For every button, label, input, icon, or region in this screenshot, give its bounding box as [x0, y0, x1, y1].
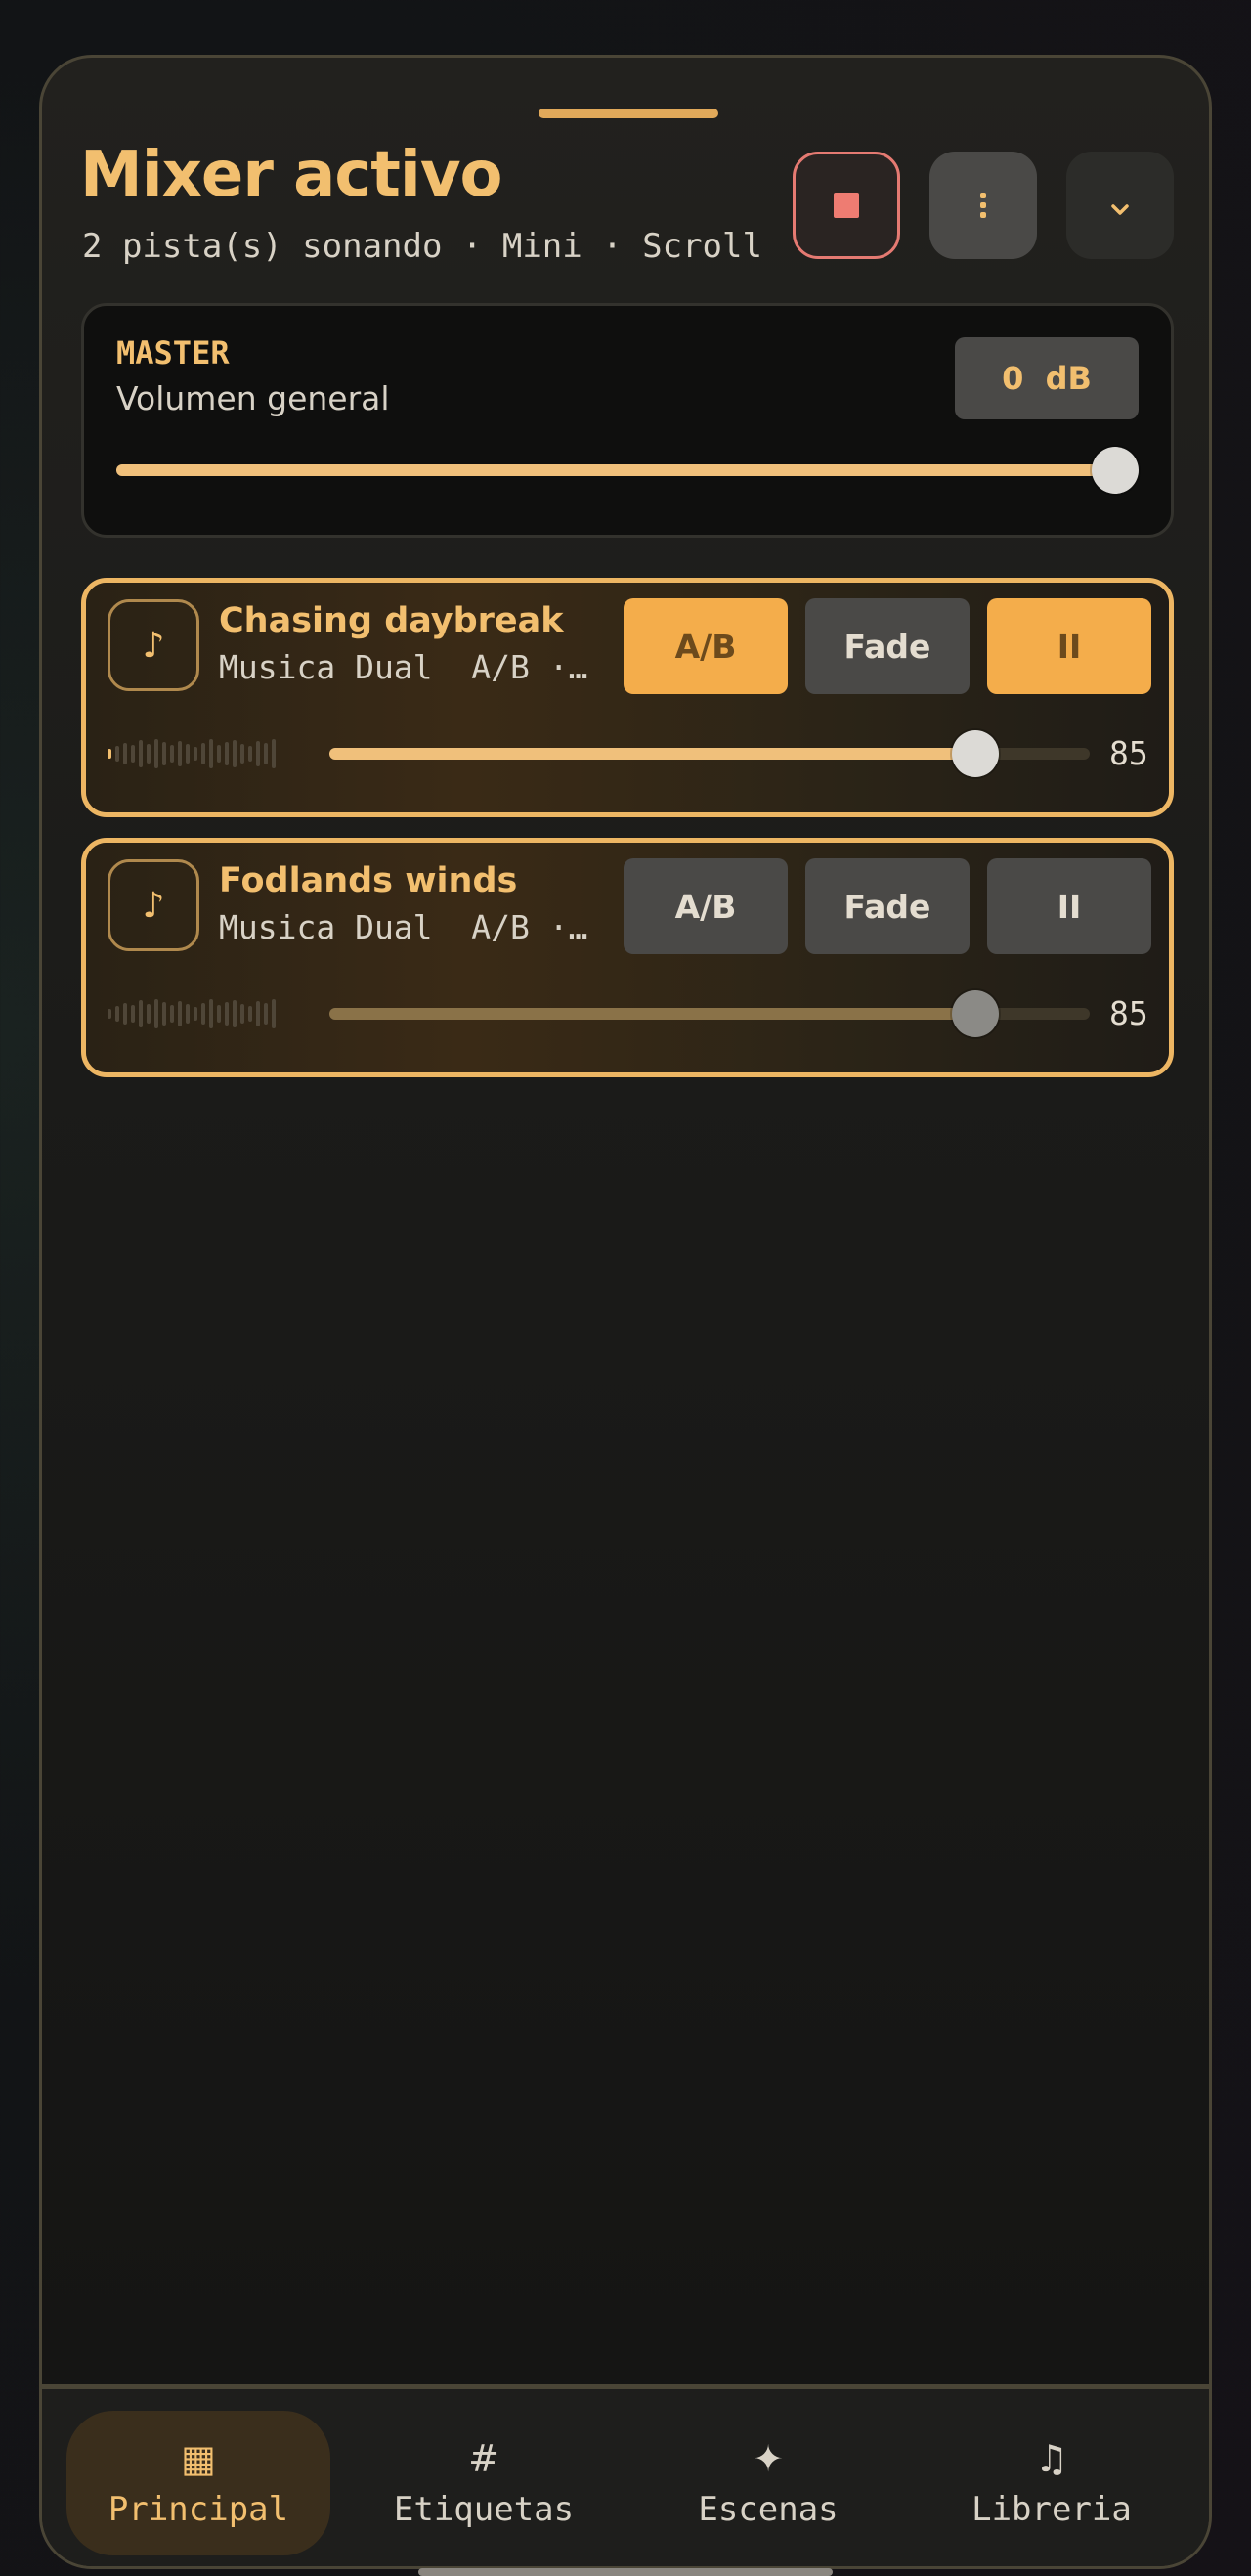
track-volume-value: 85 [1109, 734, 1148, 772]
music-note-icon: ♪ [108, 859, 199, 951]
nav-label: Etiquetas [393, 2490, 575, 2529]
master-slider-fill [116, 464, 1115, 476]
waveform-bar [217, 745, 221, 763]
waveform-bar [233, 740, 237, 767]
track-slider-thumb[interactable] [952, 730, 1000, 777]
bottom-nav: ▦ Principal # Etiquetas ✦ Escenas ♫ Libreri… [42, 2384, 1209, 2566]
more-options-button[interactable] [929, 152, 1037, 259]
nav-label: Principal [108, 2490, 289, 2529]
pause-button[interactable]: II [987, 858, 1151, 954]
waveform-bar [162, 742, 166, 765]
waveform-bar [178, 741, 182, 766]
ab-button[interactable]: A/B [624, 598, 788, 694]
waveform-bar [170, 745, 174, 763]
pause-button[interactable]: II [987, 598, 1151, 694]
waveform-bar [131, 745, 135, 763]
track-slider-fill [329, 748, 976, 760]
nav-item-escenas[interactable]: ✦ Escenas [636, 2411, 900, 2555]
waveform-bar [147, 1004, 151, 1024]
waveform-bar [256, 741, 260, 766]
waveform-bar [272, 999, 276, 1028]
waveform-bar [264, 743, 268, 764]
sparkle-icon: ✦ [753, 2437, 784, 2480]
waveform-bar [217, 1005, 221, 1023]
track-slider-thumb[interactable] [952, 990, 1000, 1037]
drag-handle[interactable] [539, 109, 718, 118]
nav-item-libreria[interactable]: ♫ Libreria [920, 2411, 1184, 2555]
mixer-panel: Mixer activo 2 pista(s) sonando · Mini ·… [39, 55, 1212, 2569]
waveform-bar [264, 1003, 268, 1025]
waveform-bar [201, 743, 205, 764]
master-card: MASTER Volumen general 0 dB [81, 303, 1174, 538]
master-label: MASTER [116, 334, 230, 371]
track-title: Chasing daybreak [219, 601, 564, 640]
track-title: Fodlands winds [219, 861, 518, 900]
waveform-meter [108, 736, 313, 771]
waveform-bar [108, 749, 111, 759]
page-subtitle: 2 pista(s) sonando · Mini · Scroll [82, 227, 762, 266]
waveform-bar [154, 739, 158, 768]
track-slider-fill [329, 1008, 976, 1020]
fade-button[interactable]: Fade [805, 598, 970, 694]
waveform-bar [225, 742, 229, 765]
waveform-bar [123, 743, 127, 764]
home-indicator[interactable] [418, 2568, 833, 2576]
waveform-bar [240, 1004, 244, 1024]
track-volume-value: 85 [1109, 994, 1148, 1032]
waveform-bar [225, 1002, 229, 1026]
waveform-bar [131, 1005, 135, 1023]
waveform-bar [248, 1006, 252, 1022]
waveform-bar [115, 1006, 119, 1022]
page-title: Mixer activo [80, 139, 502, 211]
waveform-meter [108, 996, 313, 1031]
waveform-bar [170, 1005, 174, 1023]
nav-label: Libreria [971, 2490, 1132, 2529]
music-library-icon: ♫ [1034, 2437, 1069, 2480]
nav-item-etiquetas[interactable]: # Etiquetas [352, 2411, 616, 2555]
stop-icon [834, 193, 859, 218]
waveform-bar [272, 739, 276, 768]
waveform-bar [186, 744, 190, 764]
waveform-bar [178, 1001, 182, 1026]
waveform-bar [209, 739, 213, 768]
collapse-button[interactable] [1066, 152, 1174, 259]
ab-button[interactable]: A/B [624, 858, 788, 954]
waveform-bar [139, 740, 143, 767]
stop-all-button[interactable] [793, 152, 900, 259]
nav-item-principal[interactable]: ▦ Principal [66, 2411, 330, 2555]
master-description: Volumen general [116, 379, 390, 417]
waveform-bar [194, 1007, 197, 1021]
master-db-badge[interactable]: 0 dB [955, 337, 1139, 419]
track-card: ♪ Fodlands winds Musica Dual A/B ·… A/B … [81, 838, 1174, 1077]
waveform-bar [240, 744, 244, 764]
master-slider-thumb[interactable] [1092, 447, 1139, 494]
music-note-icon: ♪ [108, 599, 199, 691]
track-card: ♪ Chasing daybreak Musica Dual A/B ·… A/… [81, 578, 1174, 817]
waveform-bar [186, 1004, 190, 1024]
master-volume-slider[interactable] [116, 464, 1115, 476]
grid-icon: ▦ [181, 2437, 216, 2480]
nav-label: Escenas [698, 2490, 839, 2529]
waveform-bar [209, 999, 213, 1028]
track-subtitle: Musica Dual A/B ·… [219, 651, 588, 683]
waveform-bar [123, 1003, 127, 1025]
waveform-bar [139, 1000, 143, 1027]
waveform-bar [201, 1003, 205, 1025]
waveform-bar [248, 746, 252, 762]
track-subtitle: Musica Dual A/B ·… [219, 911, 588, 943]
waveform-bar [108, 1009, 111, 1019]
hash-icon: # [468, 2437, 499, 2480]
waveform-bar [233, 1000, 237, 1027]
chevron-down-icon [1111, 204, 1129, 215]
fade-button[interactable]: Fade [805, 858, 970, 954]
waveform-bar [256, 1001, 260, 1026]
waveform-bar [115, 746, 119, 762]
more-vertical-icon [980, 193, 986, 218]
waveform-bar [162, 1002, 166, 1026]
waveform-bar [194, 747, 197, 761]
waveform-bar [154, 999, 158, 1028]
waveform-bar [147, 744, 151, 764]
